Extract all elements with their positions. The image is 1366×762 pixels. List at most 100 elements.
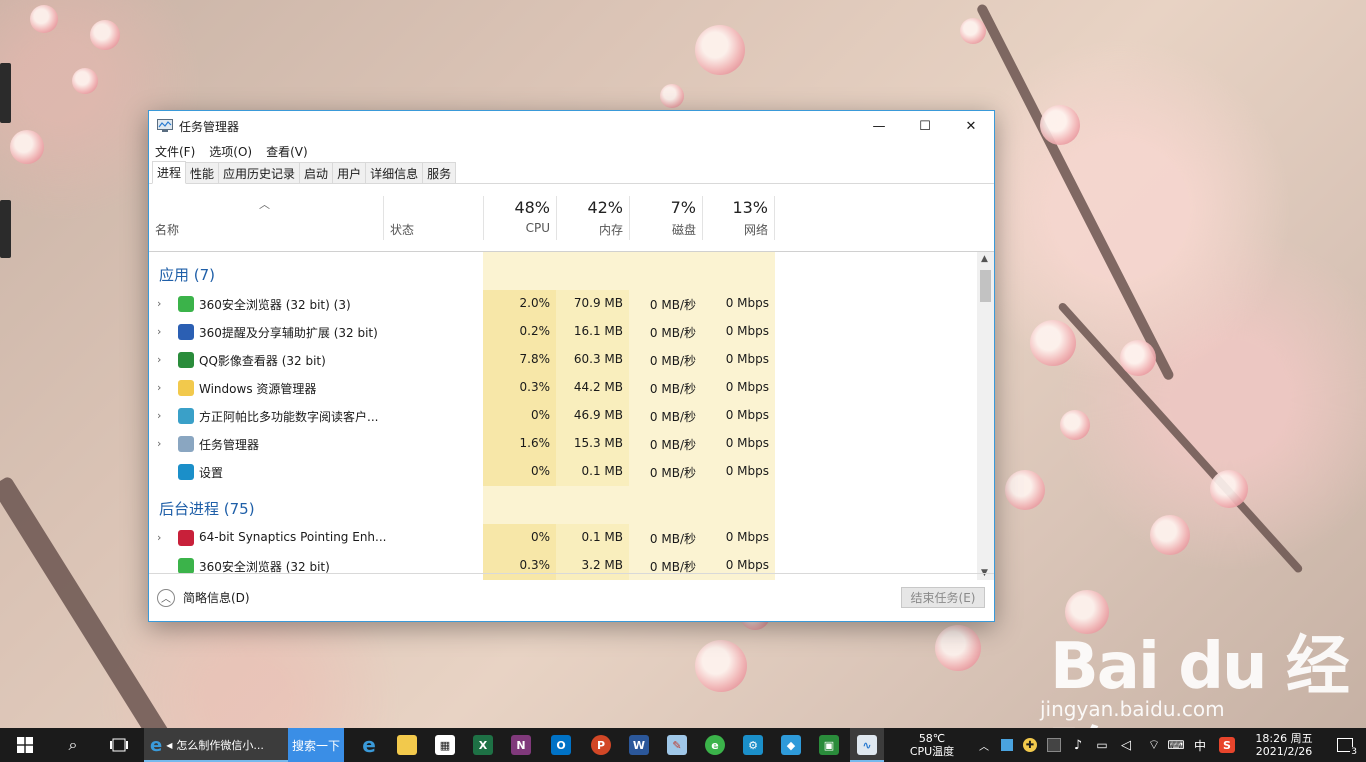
taskbar-browser-tab[interactable]: e ◀ 怎么制作微信小...: [144, 728, 288, 762]
volume-icon[interactable]: ◁: [1116, 728, 1136, 762]
blossom: [10, 130, 44, 164]
onenote-icon[interactable]: N: [504, 728, 538, 762]
vertical-scrollbar[interactable]: ▲ ▼: [977, 252, 994, 580]
process-memory: 44.2 MB: [573, 380, 623, 394]
settings-gear-icon[interactable]: ⚙: [736, 728, 770, 762]
title-bar[interactable]: 任务管理器 — ☐ ✕: [149, 111, 994, 141]
expand-chevron-icon[interactable]: ›: [157, 437, 161, 450]
tray-app-icon[interactable]: [1044, 728, 1064, 762]
settings-gear-icon: [178, 464, 194, 480]
process-name: 任务管理器: [199, 438, 260, 452]
blossom: [1120, 340, 1156, 376]
process-memory: 60.3 MB: [573, 352, 623, 366]
blossom: [935, 625, 981, 671]
sogou-input-icon[interactable]: S: [1216, 728, 1238, 762]
footer-bar: ︿ 简略信息(D) 结束任务(E): [149, 573, 994, 621]
column-header-cpu[interactable]: 48% CPU: [483, 196, 556, 240]
process-row[interactable]: › 任务管理器 1.6% 15.3 MB 0 MB/秒 0 Mbps: [149, 430, 975, 458]
memory-total-percent: 42%: [587, 198, 623, 217]
tab-details[interactable]: 详细信息: [365, 162, 424, 183]
clock[interactable]: 18:26 周五 2021/2/26: [1248, 732, 1320, 758]
paint-icon[interactable]: ✎: [660, 728, 694, 762]
minimize-button[interactable]: —: [856, 111, 902, 141]
expand-chevron-icon[interactable]: ›: [157, 381, 161, 394]
word-icon[interactable]: W: [622, 728, 656, 762]
expand-chevron-icon[interactable]: ›: [157, 297, 161, 310]
tab-users[interactable]: 用户: [332, 162, 367, 183]
menu-options[interactable]: 选项(O): [209, 143, 259, 160]
tab-processes[interactable]: 进程: [152, 161, 187, 184]
file-explorer-icon[interactable]: [390, 728, 424, 762]
process-row[interactable]: › 64-bit Synaptics Pointing Enh... 0% 0.1 M…: [149, 524, 975, 552]
collapse-chevron-icon[interactable]: ︿: [157, 588, 175, 607]
search-icon[interactable]: ⌕: [56, 728, 90, 762]
tray-monitor-icon[interactable]: [998, 728, 1016, 762]
show-hidden-icons-chevron-icon[interactable]: ︿: [975, 728, 993, 762]
close-button[interactable]: ✕: [948, 111, 994, 141]
360-browser-icon[interactable]: e: [698, 728, 732, 762]
tab-performance[interactable]: 性能: [185, 162, 220, 183]
column-header-memory[interactable]: 42% 内存: [556, 196, 629, 240]
tray-keyboard-icon[interactable]: ⌨: [1166, 728, 1186, 762]
expand-chevron-icon[interactable]: ›: [157, 531, 161, 544]
photo-viewer-icon[interactable]: ◆: [774, 728, 808, 762]
tab-startup[interactable]: 启动: [299, 162, 334, 183]
column-header-name[interactable]: 名称: [149, 196, 383, 240]
cpu-temperature[interactable]: 58℃ CPU温度: [904, 732, 960, 758]
group-background-title[interactable]: 后台进程 (75): [159, 498, 255, 519]
process-row[interactable]: › 360提醒及分享辅助扩展 (32 bit) 0.2% 16.1 MB 0 MB/秒 0…: [149, 318, 975, 346]
scrollbar-thumb[interactable]: [980, 270, 991, 302]
menu-file[interactable]: 文件(F): [155, 143, 202, 160]
start-button[interactable]: [8, 728, 42, 762]
process-name: 方正阿帕比多功能数字阅读客户...: [199, 410, 379, 424]
end-task-button[interactable]: 结束任务(E): [901, 587, 985, 608]
desktop-side-widget[interactable]: [0, 63, 11, 123]
scroll-up-icon[interactable]: ▲: [981, 254, 988, 264]
task-view-icon[interactable]: [102, 728, 136, 762]
desktop-side-widget[interactable]: [0, 200, 11, 258]
blossom: [660, 84, 684, 108]
process-cpu: 0%: [530, 530, 550, 544]
column-header-network[interactable]: 13% 网络: [702, 196, 775, 240]
disk-total-percent: 7%: [670, 198, 696, 217]
tab-services[interactable]: 服务: [422, 162, 457, 183]
group-apps-title[interactable]: 应用 (7): [159, 264, 215, 285]
process-name: QQ影像查看器 (32 bit): [199, 354, 326, 368]
column-header-disk[interactable]: 7% 磁盘: [629, 196, 702, 240]
ime-indicator[interactable]: 中: [1190, 728, 1210, 762]
process-network: 0 Mbps: [725, 296, 769, 310]
process-row[interactable]: › 方正阿帕比多功能数字阅读客户... 0% 46.9 MB 0 MB/秒 0 Mbps: [149, 402, 975, 430]
task-manager-icon: [178, 436, 194, 452]
excel-icon[interactable]: X: [466, 728, 500, 762]
fewer-details-link[interactable]: 简略信息(D): [183, 589, 250, 606]
process-row[interactable]: › QQ影像查看器 (32 bit) 7.8% 60.3 MB 0 MB/秒 0 Mbps: [149, 346, 975, 374]
action-center-icon[interactable]: 3: [1330, 728, 1360, 762]
blossom: [72, 68, 98, 94]
expand-chevron-icon[interactable]: ›: [157, 353, 161, 366]
process-row[interactable]: › Windows 资源管理器 0.3% 44.2 MB 0 MB/秒 0 Mbps: [149, 374, 975, 402]
process-memory: 3.2 MB: [581, 558, 623, 572]
notification-bell-icon[interactable]: ♪: [1068, 728, 1088, 762]
column-header-status[interactable]: 状态: [383, 196, 483, 240]
file-explorer-icon: [178, 380, 194, 396]
blossom: [30, 5, 58, 33]
process-row[interactable]: 设置 0% 0.1 MB 0 MB/秒 0 Mbps: [149, 458, 975, 486]
store-icon[interactable]: ▦: [428, 728, 462, 762]
tray-360-icon[interactable]: ✚: [1020, 728, 1040, 762]
maximize-button[interactable]: ☐: [902, 111, 948, 141]
expand-chevron-icon[interactable]: ›: [157, 409, 161, 422]
expand-chevron-icon[interactable]: ›: [157, 325, 161, 338]
blossom: [1150, 515, 1190, 555]
network-icon[interactable]: ▭: [1092, 728, 1112, 762]
blossom: [1040, 105, 1080, 145]
powerpoint-icon[interactable]: P: [584, 728, 618, 762]
tab-app-history[interactable]: 应用历史记录: [218, 162, 301, 183]
process-row[interactable]: › 360安全浏览器 (32 bit) (3) 2.0% 70.9 MB 0 MB/秒 0…: [149, 290, 975, 318]
qq-image-viewer-icon[interactable]: ▣: [812, 728, 846, 762]
menu-view[interactable]: 查看(V): [266, 143, 315, 160]
outlook-icon[interactable]: O: [544, 728, 578, 762]
edge-icon[interactable]: e: [352, 728, 386, 762]
wifi-icon[interactable]: ⌔: [1144, 728, 1164, 762]
task-manager-taskbar-icon[interactable]: ∿: [850, 728, 884, 762]
search-button[interactable]: 搜索一下: [288, 728, 344, 762]
